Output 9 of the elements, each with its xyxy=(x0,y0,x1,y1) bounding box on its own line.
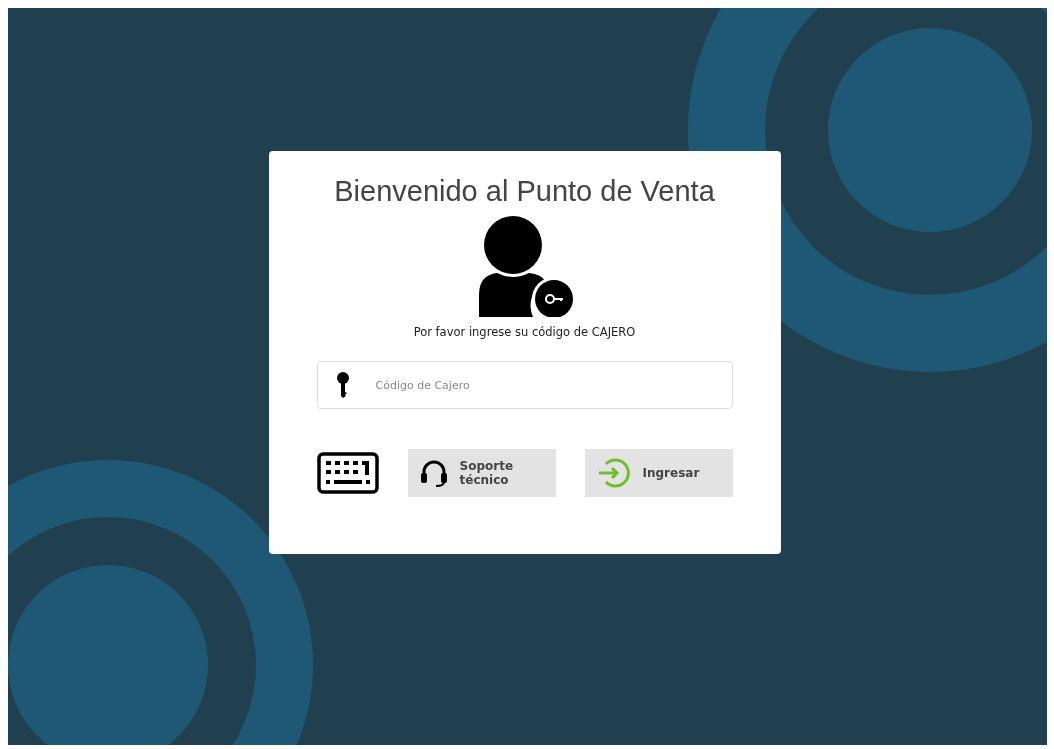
login-button[interactable]: Ingresar xyxy=(584,449,733,497)
keyboard-icon xyxy=(316,452,379,494)
headset-icon xyxy=(419,458,448,488)
cashier-code-field[interactable]: Código de Cajero xyxy=(316,361,733,409)
instruction-text: Por favor ingrese su código de CAJERO xyxy=(413,325,636,339)
sign-in-icon xyxy=(596,456,631,490)
welcome-title: Bienvenido al Punto de Venta xyxy=(334,174,715,209)
support-button[interactable]: Soporte técnico xyxy=(407,449,556,497)
keyboard-button[interactable] xyxy=(316,452,379,494)
